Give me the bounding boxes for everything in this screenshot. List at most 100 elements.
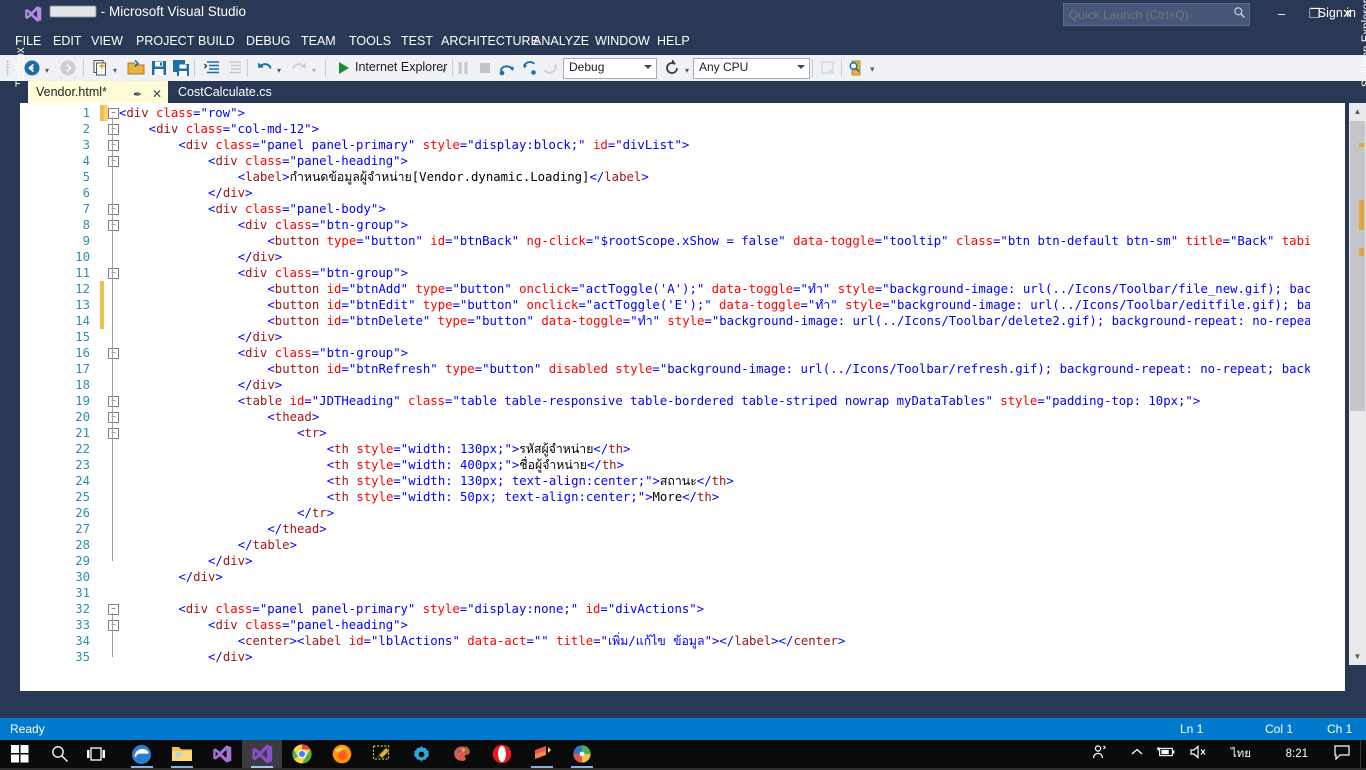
new-project-icon[interactable] (90, 58, 110, 78)
collapse-region-icon[interactable]: − (108, 156, 119, 167)
menu-edit[interactable]: EDIT (46, 28, 88, 55)
undo-dropdown-icon[interactable]: ▾ (277, 66, 284, 73)
tab-vendor-html[interactable]: Vendor.html* ✒ ✕ (28, 81, 168, 103)
toolbox-dock[interactable]: Toolbox (0, 81, 20, 691)
undo-icon[interactable] (254, 58, 274, 78)
code-line[interactable]: <th style="width: 400px;">ชื่อผู้จำหน่าย… (327, 457, 624, 473)
volume-button[interactable] (1190, 740, 1208, 768)
menu-team[interactable]: TEAM (294, 28, 343, 55)
taskbar-vscode[interactable] (202, 740, 242, 768)
code-line[interactable]: <button type="button" id="btnBack" ng-cl… (267, 233, 1310, 249)
code-line[interactable]: </thead> (267, 521, 326, 537)
clock[interactable]: 8:21 (1286, 740, 1308, 768)
toolbar-overflow-icon[interactable]: ▾ (870, 64, 875, 75)
taskbar-edge[interactable] (122, 740, 162, 768)
menu-help[interactable]: HELP (650, 28, 697, 55)
menu-window[interactable]: WINDOW (588, 28, 657, 55)
collapse-region-icon[interactable]: − (108, 140, 119, 151)
save-icon[interactable] (149, 58, 169, 78)
collapse-region-icon[interactable]: − (108, 220, 119, 231)
code-line[interactable]: </tr> (297, 505, 334, 521)
code-lines-container[interactable]: 1−<div class="row">2−<div class="col-md-… (20, 103, 1310, 665)
taskbar-snipping-tool[interactable] (362, 740, 402, 768)
code-line[interactable]: <th style="width: 130px; text-align:cent… (327, 473, 734, 489)
code-line[interactable]: <div class="btn-group"> (238, 345, 408, 361)
taskbar-photo-viewer[interactable] (562, 740, 602, 768)
code-line[interactable]: <div class="panel panel-primary" style="… (178, 137, 689, 153)
code-line[interactable]: <div class="panel-body"> (208, 201, 386, 217)
collapse-region-icon[interactable]: − (108, 620, 119, 631)
code-line[interactable]: </div> (238, 249, 282, 265)
code-line[interactable]: </table> (238, 537, 297, 553)
code-line[interactable]: <label>กำหนดข้อมูลผู้จำหน่าย[Vendor.dyna… (238, 169, 649, 185)
code-line[interactable]: <button id="btnRefresh" type="button" di… (267, 361, 1310, 377)
solution-explorer-dock-label[interactable]: Solution Explorer (1361, 0, 1366, 87)
code-line[interactable]: <button id="btnDelete" type="button" dat… (267, 313, 1310, 329)
collapse-region-icon[interactable]: − (108, 124, 119, 135)
taskbar-chrome[interactable] (282, 740, 322, 768)
code-line[interactable]: <div class="panel-heading"> (208, 617, 408, 633)
code-line[interactable]: <button id="btnAdd" type="button" onclic… (267, 281, 1310, 297)
debug-target-label[interactable]: Internet Explorer (355, 60, 447, 74)
code-line[interactable]: <table id="JDTHeading" class="table tabl… (238, 393, 1201, 409)
collapse-region-icon[interactable]: − (108, 396, 119, 407)
code-line[interactable]: </div> (208, 185, 252, 201)
code-line[interactable]: <thead> (267, 409, 319, 425)
close-tab-icon[interactable]: ✕ (152, 83, 162, 105)
code-line[interactable]: <div class="row"> (119, 105, 245, 121)
menu-build[interactable]: BUILD (191, 28, 242, 55)
action-center-button[interactable] (1334, 740, 1350, 768)
taskbar-settings[interactable] (402, 740, 442, 768)
minimize-button[interactable]: – (1265, 0, 1298, 28)
start-button[interactable] (0, 740, 40, 768)
comment-selection-icon[interactable] (202, 58, 222, 78)
save-all-icon[interactable] (171, 58, 191, 78)
open-file-icon[interactable] (126, 58, 146, 78)
collapse-region-icon[interactable]: − (108, 348, 119, 359)
code-line[interactable]: </div> (208, 649, 252, 665)
scroll-up-arrow-icon[interactable]: ▲ (1349, 103, 1366, 120)
taskbar-file-explorer[interactable] (162, 740, 202, 768)
language-indicator[interactable]: ไทย (1231, 740, 1251, 768)
code-line[interactable]: <div class="panel panel-primary" style="… (178, 601, 704, 617)
code-line[interactable]: </div> (208, 553, 252, 569)
solution-configuration-combo[interactable]: Debug (563, 58, 657, 79)
code-line[interactable]: <button id="btnEdit" type="button" oncli… (267, 297, 1310, 313)
show-desktop-button[interactable] (1360, 740, 1361, 768)
tray-people-button[interactable] (1092, 740, 1108, 768)
quick-launch[interactable] (1063, 3, 1250, 26)
battery-button[interactable] (1156, 740, 1176, 768)
find-in-files-icon[interactable] (846, 58, 866, 78)
code-line[interactable]: <div class="btn-group"> (238, 217, 408, 233)
collapse-region-icon[interactable]: − (108, 204, 119, 215)
taskbar-visual-studio[interactable] (242, 740, 282, 768)
code-line[interactable]: <th style="width: 50px; text-align:cente… (327, 489, 719, 505)
code-line[interactable]: <th style="width: 130px;">รหัสผู้จำหน่าย… (327, 441, 631, 457)
sign-in-button[interactable]: Sign in (1318, 0, 1356, 27)
code-editor[interactable]: 1−<div class="row">2−<div class="col-md-… (20, 103, 1345, 691)
code-line[interactable]: </div> (238, 377, 282, 393)
debug-target-dropdown-icon[interactable]: ▾ (442, 66, 449, 73)
code-line[interactable]: <div class="col-md-12"> (149, 121, 319, 137)
editor-vertical-scrollbar[interactable]: ▲ ▼ (1349, 103, 1366, 665)
navigate-backward-dropdown-icon[interactable]: ▾ (45, 66, 52, 73)
restart-dropdown-icon[interactable]: ▾ (685, 66, 692, 73)
vertical-scroll-thumb[interactable] (1350, 121, 1365, 411)
collapse-region-icon[interactable]: − (108, 108, 119, 119)
start-debugging-icon[interactable] (333, 58, 353, 78)
solution-platform-combo[interactable]: Any CPU (693, 58, 810, 79)
quick-launch-input[interactable] (1064, 4, 1231, 25)
new-project-dropdown-icon[interactable]: ▾ (113, 66, 120, 73)
step-over-icon[interactable] (497, 58, 517, 78)
code-line[interactable]: </div> (238, 329, 282, 345)
taskbar-sublime[interactable] (522, 740, 562, 768)
collapse-region-icon[interactable]: − (108, 428, 119, 439)
step-into-icon[interactable] (519, 58, 539, 78)
task-view-button[interactable] (76, 740, 116, 768)
code-line[interactable]: <div class="btn-group"> (238, 265, 408, 281)
taskbar-paint[interactable] (442, 740, 482, 768)
code-line[interactable]: <tr> (297, 425, 327, 441)
taskbar-search-button[interactable] (40, 740, 80, 768)
show-hidden-icons-button[interactable] (1130, 740, 1144, 768)
restart-icon[interactable] (662, 58, 682, 78)
